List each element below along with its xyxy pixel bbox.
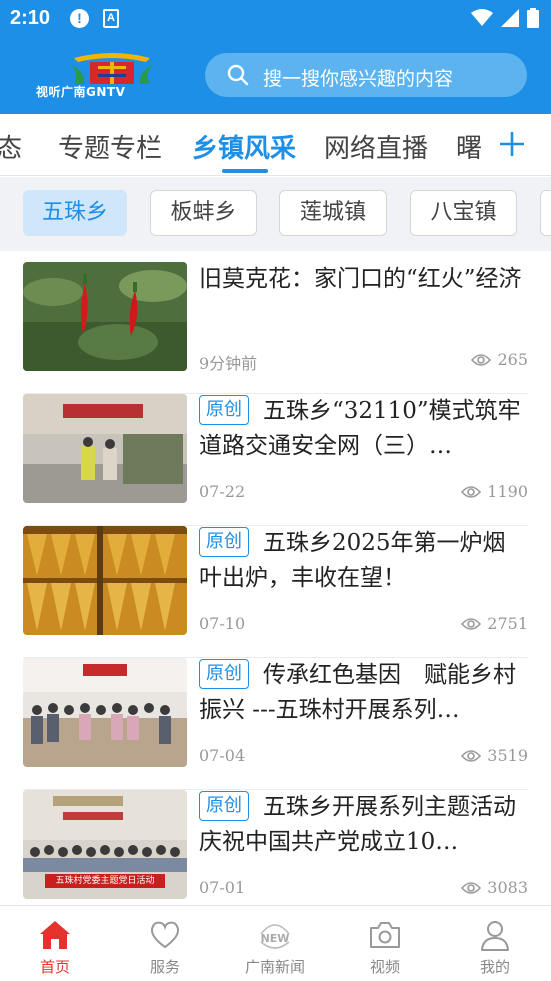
add-channel-icon[interactable]	[499, 131, 525, 157]
battery-icon	[527, 8, 539, 28]
nav-video[interactable]: 视频	[330, 918, 440, 977]
original-tag: 原创	[199, 791, 249, 821]
subtab-partial[interactable]	[540, 190, 551, 236]
news-badge: NEW	[261, 932, 290, 945]
nav-home[interactable]: 首页	[0, 918, 110, 977]
views-count: 3519	[487, 746, 528, 765]
user-icon	[481, 921, 509, 951]
active-tab-indicator	[222, 169, 268, 173]
original-tag: 原创	[199, 527, 249, 557]
views-count: 265	[497, 350, 528, 369]
news-title: 原创 五珠乡开展系列主题活动 庆祝中国共产党成立10…	[199, 790, 539, 860]
news-thumbnail	[23, 394, 187, 503]
logo-mark-icon	[70, 53, 154, 84]
news-thumbnail	[23, 658, 187, 767]
news-time: 07-04	[199, 746, 246, 765]
news-time: 9分钟前	[199, 354, 258, 373]
news-thumbnail	[23, 262, 187, 371]
views-count: 3083	[487, 878, 528, 897]
app-header: 视听广南GNTV 搜一搜你感兴趣的内容	[0, 38, 551, 114]
views-count: 1190	[487, 482, 528, 501]
app-logo: 视听广南GNTV	[34, 52, 189, 100]
wifi-icon	[471, 9, 493, 26]
news-thumbnail: 五珠村党委主题党日活动	[23, 790, 187, 899]
original-tag: 原创	[199, 659, 249, 689]
news-item[interactable]: 旧莫克花：家门口的“红火”经济 9分钟前 265	[23, 262, 528, 394]
logo-text: 视听广南GNTV	[36, 85, 126, 99]
news-item[interactable]: 原创 五珠乡“32110”模式筑牢道路交通安全网（三）… 07-22 1190	[23, 394, 528, 526]
original-tag: 原创	[199, 395, 249, 425]
nav-label: 我的	[479, 958, 510, 976]
news-title: 原创 传承红色基因 赋能乡村振兴 ---五珠村开展系列…	[199, 658, 528, 728]
news-title-text: 五珠乡开展系列主题活动 庆祝中国共产党成立10…	[199, 794, 539, 855]
eye-icon	[461, 749, 482, 762]
news-views: 3519	[461, 746, 528, 765]
news-time: 07-01	[199, 878, 246, 897]
news-item[interactable]: 原创 五珠乡2025年第一炉烟叶出炉，丰收在望！ 07-10 2751	[23, 526, 528, 658]
nav-label: 服务	[149, 958, 180, 976]
subtab-banbang[interactable]: 板蚌乡	[150, 190, 257, 236]
home-icon	[40, 921, 70, 949]
news-views: 2751	[461, 614, 528, 633]
bottom-navigation: 首页 服务 NEW 广南新闻 视频 我的	[0, 905, 551, 981]
channel-tab-special-topics[interactable]: 专题专栏	[58, 128, 162, 165]
channel-tab-partial-left[interactable]: 态	[0, 128, 22, 165]
channel-tab-township[interactable]: 乡镇风采	[192, 128, 296, 165]
search-placeholder: 搜一搜你感兴趣的内容	[263, 68, 454, 90]
camera-icon	[370, 922, 400, 948]
subtab-babao[interactable]: 八宝镇	[410, 190, 517, 236]
eye-icon	[461, 881, 482, 894]
status-bar: 2:10 ! A	[0, 0, 551, 38]
search-box[interactable]: 搜一搜你感兴趣的内容	[205, 53, 527, 97]
news-views: 265	[471, 350, 528, 369]
signal-icon	[501, 9, 519, 27]
news-icon: NEW	[260, 924, 290, 949]
news-item[interactable]: 五珠村党委主题党日活动 原创 五珠乡开展系列主题活动 庆祝中国共产党成立10… 0…	[23, 790, 539, 922]
nav-label: 视频	[369, 958, 400, 976]
eye-icon	[461, 617, 482, 630]
news-title: 原创 五珠乡“32110”模式筑牢道路交通安全网（三）…	[199, 394, 528, 464]
eye-icon	[461, 485, 482, 498]
news-thumbnail	[23, 526, 187, 635]
status-time: 2:10	[10, 7, 51, 29]
news-views: 3083	[461, 878, 528, 897]
thumbnail-banner-text: 五珠村党委主题党日活动	[55, 876, 155, 886]
news-title: 旧莫克花：家门口的“红火”经济	[199, 266, 522, 292]
heart-icon	[150, 921, 180, 949]
news-views: 1190	[461, 482, 528, 501]
nav-label: 首页	[39, 958, 70, 976]
alert-icon: !	[70, 9, 89, 28]
channel-tab-live[interactable]: 网络直播	[324, 128, 428, 165]
subtab-wuzhu[interactable]: 五珠乡	[23, 190, 127, 236]
nav-guangnan-news[interactable]: NEW 广南新闻	[220, 918, 330, 977]
news-time: 07-10	[199, 614, 246, 633]
nav-label: 广南新闻	[244, 958, 305, 976]
news-item[interactable]: 原创 传承红色基因 赋能乡村振兴 ---五珠村开展系列… 07-04 3519	[23, 658, 528, 790]
nav-mine[interactable]: 我的	[440, 918, 550, 977]
subtab-liancheng[interactable]: 莲城镇	[279, 190, 387, 236]
channel-tab-partial-right[interactable]: 曙	[456, 128, 482, 165]
search-icon	[227, 64, 249, 86]
news-title: 原创 五珠乡2025年第一炉烟叶出炉，丰收在望！	[199, 526, 528, 596]
eye-icon	[471, 353, 492, 366]
township-filter-bar: 五珠乡 板蚌乡 莲城镇 八宝镇	[0, 177, 551, 251]
views-count: 2751	[487, 614, 528, 633]
a-notification-icon: A	[103, 9, 119, 28]
nav-services[interactable]: 服务	[110, 918, 220, 977]
news-time: 07-22	[199, 482, 246, 501]
channel-tab-bar: 态 专题专栏 乡镇风采 网络直播 曙	[0, 114, 551, 176]
